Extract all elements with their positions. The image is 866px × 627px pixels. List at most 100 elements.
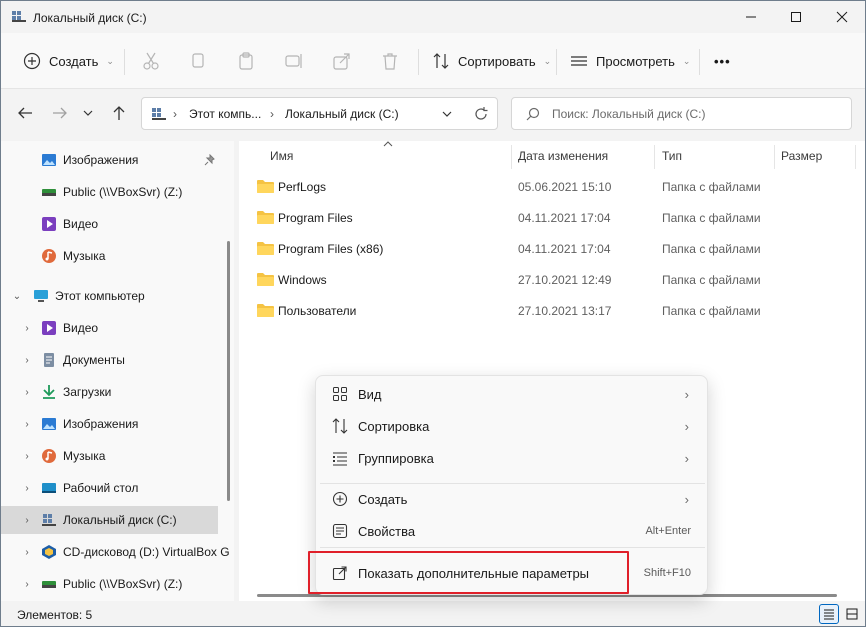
menu-item-shortcut: Alt+Enter bbox=[645, 525, 691, 537]
create-button[interactable]: Создать ⌄ bbox=[23, 47, 114, 75]
column-header-type[interactable]: Тип bbox=[662, 149, 682, 163]
nav-item-desktop[interactable]: › Рабочий стол bbox=[1, 474, 218, 502]
paste-icon[interactable] bbox=[236, 51, 256, 71]
folder-icon bbox=[257, 211, 274, 224]
plus-circle-icon bbox=[23, 52, 41, 70]
chevron-right-icon[interactable]: › bbox=[21, 547, 33, 558]
forward-button[interactable] bbox=[49, 102, 71, 124]
minimize-button[interactable] bbox=[728, 1, 774, 33]
menu-item-group[interactable]: Группировка › bbox=[320, 442, 705, 474]
nav-item-label: Загрузки bbox=[63, 385, 112, 399]
sort-ascending-icon bbox=[383, 141, 393, 147]
table-row[interactable]: Пользователи 27.10.2021 13:17 Папка с фа… bbox=[239, 296, 865, 324]
sort-button[interactable]: Сортировать ⌄ bbox=[432, 47, 551, 75]
copy-icon[interactable] bbox=[188, 51, 208, 71]
nav-item-label: Изображения bbox=[63, 417, 139, 431]
view-label: Просмотреть bbox=[596, 53, 675, 69]
column-header-name[interactable]: Имя bbox=[270, 149, 293, 163]
maximize-icon bbox=[791, 12, 801, 22]
share-icon[interactable] bbox=[332, 51, 352, 71]
chevron-down-icon[interactable] bbox=[442, 109, 452, 119]
close-icon bbox=[836, 11, 848, 23]
search-icon bbox=[526, 107, 540, 121]
refresh-icon[interactable] bbox=[473, 106, 489, 122]
breadcrumb-separator: › bbox=[173, 107, 177, 121]
column-header-size[interactable]: Размер bbox=[781, 149, 822, 163]
window-title: Локальный диск (C:) bbox=[33, 11, 147, 25]
chevron-right-icon[interactable]: › bbox=[21, 579, 33, 590]
pin-icon[interactable] bbox=[204, 154, 216, 166]
nav-item-documents[interactable]: › Документы bbox=[1, 346, 218, 374]
rename-icon[interactable] bbox=[284, 51, 304, 71]
nav-scrollbar[interactable] bbox=[227, 241, 230, 501]
nav-item-local-disk[interactable]: › Локальный диск (C:) bbox=[1, 506, 218, 534]
file-type: Папка с файлами bbox=[662, 180, 761, 194]
chevron-right-icon: › bbox=[684, 492, 689, 507]
view-button[interactable]: Просмотреть ⌄ bbox=[570, 47, 690, 75]
menu-item-properties[interactable]: Свойства Alt+Enter bbox=[320, 515, 705, 547]
menu-item-sort[interactable]: Сортировка › bbox=[320, 410, 705, 442]
folder-icon bbox=[257, 242, 274, 255]
nav-item-public[interactable]: › Public (\\VBoxSvr) (Z:) bbox=[1, 570, 218, 598]
nav-item-music-quick[interactable]: Музыка bbox=[1, 242, 218, 270]
maximize-button[interactable] bbox=[773, 1, 819, 33]
breadcrumb-this-pc[interactable]: Этот компь... bbox=[189, 107, 261, 121]
chevron-down-icon[interactable]: ⌄ bbox=[11, 291, 23, 302]
column-divider[interactable] bbox=[855, 145, 856, 169]
nav-item-videos[interactable]: › Видео bbox=[1, 314, 218, 342]
sort-icon bbox=[433, 53, 449, 69]
properties-icon bbox=[332, 523, 348, 539]
more-options-button[interactable]: ••• bbox=[714, 47, 731, 75]
recent-locations-button[interactable] bbox=[81, 102, 95, 124]
nav-item-label: Public (\\VBoxSvr) (Z:) bbox=[63, 185, 183, 199]
nav-item-label: Документы bbox=[63, 353, 125, 367]
nav-item-public-quick[interactable]: Public (\\VBoxSvr) (Z:) bbox=[1, 178, 218, 206]
table-row[interactable]: Windows 27.10.2021 12:49 Папка с файлами bbox=[239, 265, 865, 293]
nav-item-pictures-quick[interactable]: Изображения bbox=[1, 146, 218, 174]
chevron-right-icon[interactable]: › bbox=[21, 387, 33, 398]
address-bar[interactable]: › Этот компь... › Локальный диск (C:) bbox=[141, 97, 498, 130]
search-input[interactable]: Поиск: Локальный диск (C:) bbox=[511, 97, 852, 130]
chevron-right-icon[interactable]: › bbox=[21, 419, 33, 430]
arrow-right-icon bbox=[53, 107, 67, 119]
column-header-date[interactable]: Дата изменения bbox=[518, 149, 608, 163]
close-button[interactable] bbox=[819, 1, 865, 33]
column-divider[interactable] bbox=[654, 145, 655, 169]
navigation-pane: Изображения Public (\\VBoxSvr) (Z:) Виде… bbox=[1, 141, 234, 601]
computer-icon bbox=[34, 290, 48, 302]
chevron-right-icon: › bbox=[684, 451, 689, 466]
menu-item-view[interactable]: Вид › bbox=[320, 378, 705, 410]
tiles-view-button[interactable] bbox=[842, 604, 862, 624]
delete-icon[interactable] bbox=[380, 51, 400, 71]
table-row[interactable]: PerfLogs 05.06.2021 15:10 Папка с файлам… bbox=[239, 172, 865, 200]
up-button[interactable] bbox=[108, 102, 130, 124]
menu-item-label: Сортировка bbox=[358, 419, 430, 434]
chevron-right-icon[interactable]: › bbox=[21, 323, 33, 334]
file-name: Пользователи bbox=[278, 304, 357, 318]
sort-icon bbox=[332, 418, 348, 434]
plus-circle-icon bbox=[332, 491, 348, 507]
chevron-right-icon[interactable]: › bbox=[21, 355, 33, 366]
chevron-right-icon[interactable]: › bbox=[21, 515, 33, 526]
table-row[interactable]: Program Files 04.11.2021 17:04 Папка с ф… bbox=[239, 203, 865, 231]
nav-item-videos-quick[interactable]: Видео bbox=[1, 210, 218, 238]
back-button[interactable] bbox=[14, 102, 36, 124]
chevron-right-icon[interactable]: › bbox=[21, 451, 33, 462]
nav-item-music[interactable]: › Музыка bbox=[1, 442, 218, 470]
nav-item-pictures[interactable]: › Изображения bbox=[1, 410, 218, 438]
folder-icon bbox=[257, 304, 274, 317]
column-divider[interactable] bbox=[511, 145, 512, 169]
table-row[interactable]: Program Files (x86) 04.11.2021 17:04 Пап… bbox=[239, 234, 865, 262]
nav-item-downloads[interactable]: › Загрузки bbox=[1, 378, 218, 406]
group-list-icon bbox=[333, 452, 347, 466]
menu-item-create[interactable]: Создать › bbox=[320, 483, 705, 515]
network-drive-icon bbox=[42, 189, 56, 196]
column-divider[interactable] bbox=[774, 145, 775, 169]
menu-item-label: Создать bbox=[358, 492, 408, 507]
nav-item-this-pc[interactable]: ⌄ Этот компьютер bbox=[1, 282, 218, 310]
cut-icon[interactable] bbox=[141, 51, 161, 71]
details-view-button[interactable] bbox=[819, 604, 839, 624]
breadcrumb-local-disk[interactable]: Локальный диск (C:) bbox=[285, 107, 399, 121]
chevron-right-icon[interactable]: › bbox=[21, 483, 33, 494]
nav-item-cd-drive[interactable]: › CD-дисковод (D:) VirtualBox G bbox=[1, 538, 230, 566]
